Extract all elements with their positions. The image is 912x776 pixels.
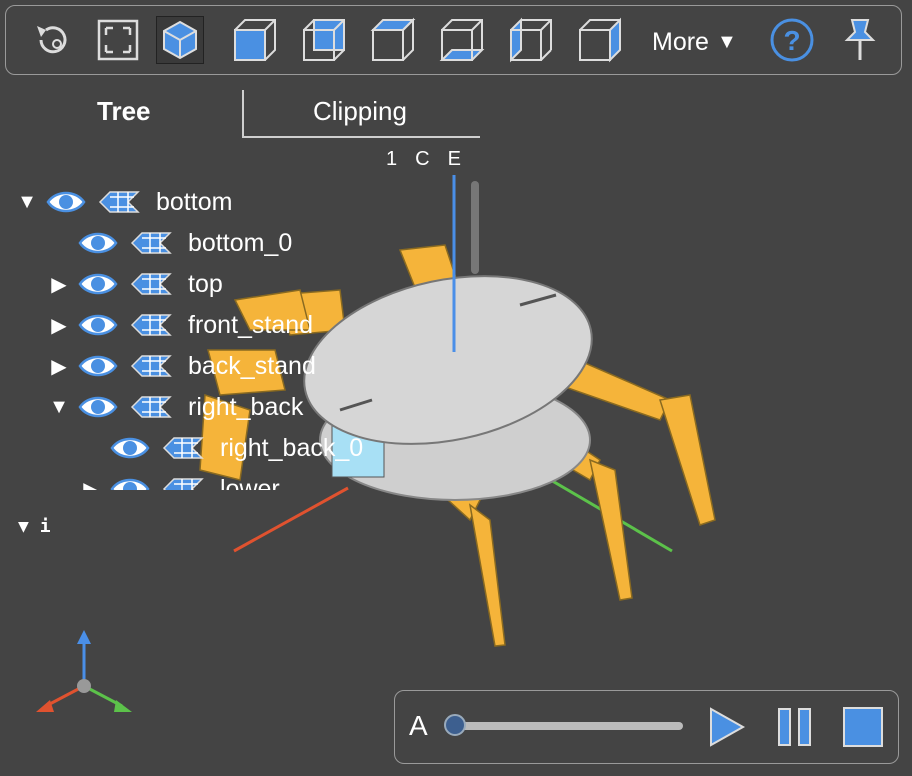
animation-panel: A <box>394 690 899 764</box>
tree-item-label: right_back_0 <box>220 433 364 462</box>
pin-icon[interactable] <box>836 16 884 64</box>
mesh-icon <box>130 232 172 254</box>
front-view-icon[interactable] <box>231 16 279 64</box>
expand-arrow-icon[interactable]: ▶ <box>80 477 102 491</box>
animation-label: A <box>409 710 428 741</box>
tree-row[interactable]: ▶ top <box>48 264 223 304</box>
play-icon[interactable] <box>705 705 747 749</box>
collapse-arrow-icon[interactable]: ▼ <box>48 396 70 419</box>
toolbar: More ▼ ? <box>5 5 902 75</box>
help-icon[interactable]: ? <box>768 16 816 64</box>
tab-clipping[interactable]: Clipping <box>313 96 407 127</box>
tree-row[interactable]: bottom_0 <box>48 223 292 263</box>
rear-view-icon[interactable] <box>300 16 348 64</box>
expand-arrow-icon[interactable]: ▶ <box>48 313 70 338</box>
eye-icon[interactable] <box>110 435 150 461</box>
resize-icon[interactable] <box>94 16 142 64</box>
tree-row[interactable]: ▶ back_stand <box>48 346 316 386</box>
view-axis-labels: 1 C E <box>386 148 461 171</box>
tree-item-label: back_stand <box>188 351 316 380</box>
eye-icon[interactable] <box>78 353 118 379</box>
tree-row[interactable]: ▶ lower <box>80 469 280 490</box>
tab-divider <box>242 90 244 136</box>
tree-row[interactable]: ▼ right_back <box>48 387 303 427</box>
info-label: i <box>39 516 51 537</box>
eye-icon[interactable] <box>78 230 118 256</box>
reset-icon[interactable] <box>29 16 77 64</box>
left-view-icon[interactable] <box>507 16 555 64</box>
animation-slider-thumb[interactable] <box>444 714 466 736</box>
axis-label-1: 1 <box>386 148 398 170</box>
tab-bar: Tree Clipping <box>0 88 480 138</box>
mesh-icon <box>130 396 172 418</box>
axis-label-e: E <box>447 148 461 170</box>
x-axis-line <box>233 486 349 553</box>
eye-icon[interactable] <box>78 394 118 420</box>
chevron-down-icon: ▼ <box>18 516 29 537</box>
svg-text:?: ? <box>783 25 800 56</box>
object-tree: ▼ bottom bottom_0 ▶ top ▶ front_stand ▶ … <box>0 180 480 490</box>
chevron-down-icon: ▼ <box>716 31 737 53</box>
tree-item-label: bottom <box>156 187 233 216</box>
expand-arrow-icon[interactable]: ▶ <box>48 354 70 379</box>
eye-icon[interactable] <box>46 189 86 215</box>
tree-row[interactable]: right_back_0 <box>80 428 363 468</box>
animation-slider[interactable] <box>447 722 683 730</box>
tree-item-label: front_stand <box>188 310 314 339</box>
mesh-icon <box>98 191 140 213</box>
top-view-icon[interactable] <box>369 16 417 64</box>
tree-item-label: right_back <box>188 392 304 421</box>
tree-item-label: lower <box>220 474 280 491</box>
tree-row[interactable]: ▶ front_stand <box>48 305 313 345</box>
tab-underline <box>242 136 480 138</box>
collapse-arrow-icon[interactable]: ▼ <box>16 191 38 214</box>
iso-view-icon[interactable] <box>156 16 204 64</box>
right-view-icon[interactable] <box>576 16 624 64</box>
tree-item-label: bottom_0 <box>188 228 293 257</box>
orientation-gizmo <box>36 630 132 712</box>
mesh-icon <box>130 355 172 377</box>
axis-label-c: C <box>415 148 430 170</box>
mesh-icon <box>162 478 204 490</box>
eye-icon[interactable] <box>78 312 118 338</box>
mesh-icon <box>162 437 204 459</box>
tree-item-label: top <box>188 269 223 298</box>
expand-arrow-icon[interactable]: ▶ <box>48 272 70 297</box>
mesh-icon <box>130 314 172 336</box>
info-toggle[interactable]: ▼ i <box>18 516 51 537</box>
mesh-icon <box>130 273 172 295</box>
bottom-view-icon[interactable] <box>438 16 486 64</box>
tree-row[interactable]: ▼ bottom <box>16 182 232 222</box>
pause-icon[interactable] <box>775 705 815 749</box>
eye-icon[interactable] <box>110 476 150 490</box>
stop-icon[interactable] <box>841 705 885 749</box>
more-menu-button[interactable]: More ▼ <box>652 28 737 57</box>
more-label: More <box>652 28 709 56</box>
eye-icon[interactable] <box>78 271 118 297</box>
tab-tree[interactable]: Tree <box>97 96 151 127</box>
